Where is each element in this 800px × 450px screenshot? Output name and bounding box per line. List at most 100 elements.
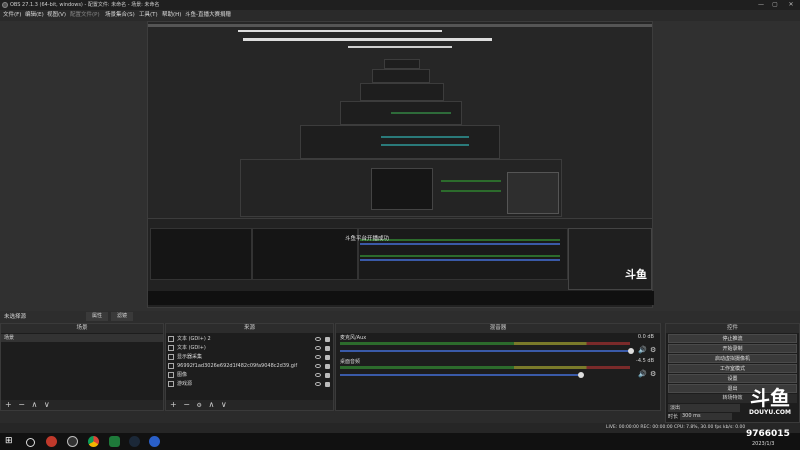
menu-edit[interactable]: 编辑(E): [25, 10, 44, 21]
volume-slider[interactable]: [340, 350, 630, 352]
visibility-icon[interactable]: [315, 364, 321, 368]
track-name: 桌面音频: [340, 359, 361, 365]
lock-icon[interactable]: [325, 382, 330, 387]
sources-footer: + − ⚙ ∧ ∨: [166, 400, 333, 410]
image-icon: [168, 362, 174, 369]
studio-mode-button[interactable]: 工作室模式: [668, 364, 797, 373]
volume-slider[interactable]: [340, 374, 580, 376]
speaker-icon[interactable]: 🔊: [638, 346, 647, 354]
mixer-panel: 混音器 麦克风/Aux 0.0 dB 🔊 ⚙ 桌面音频 -4.5 dB 🔊 ⚙: [335, 323, 661, 411]
maximize-button[interactable]: ▢: [768, 0, 782, 10]
start-virtual-camera-button[interactable]: 启动虚拟摄像机: [668, 354, 797, 363]
text-icon: [168, 344, 174, 351]
menu-help[interactable]: 帮助(H): [162, 10, 181, 21]
close-button[interactable]: ✕: [784, 0, 798, 10]
source-toolbar: 未选择源 属性 滤镜: [0, 311, 800, 323]
menu-profile[interactable]: 配置文件(P): [70, 10, 100, 21]
filters-button[interactable]: 滤镜: [111, 312, 133, 321]
controls-header: 控件: [666, 324, 799, 333]
text-icon: [168, 335, 174, 342]
lock-icon[interactable]: [325, 364, 330, 369]
visibility-icon[interactable]: [315, 346, 321, 350]
lock-icon[interactable]: [325, 355, 330, 360]
scene-item[interactable]: 场景: [1, 334, 163, 342]
status-bar: LIVE: 00:00:00 REC: 00:00:00 CPU: 7.8%, …: [0, 423, 800, 433]
menu-tools[interactable]: 工具(T): [139, 10, 158, 21]
window-icon: [168, 380, 174, 387]
move-up-button[interactable]: ∧: [208, 400, 214, 409]
source-item[interactable]: 96992f1ad3026e692d1f482c09fa9048c2d39.gi…: [168, 362, 297, 370]
duration-label: 时长: [668, 414, 679, 420]
search-icon[interactable]: [26, 438, 35, 447]
taskbar: ⊞ 9766015 2023/1/3: [0, 429, 800, 450]
visibility-icon[interactable]: [315, 337, 321, 341]
source-item[interactable]: 显示器采集: [168, 353, 202, 361]
obs-app-icon: [2, 2, 8, 8]
preview-area[interactable]: 斗鱼平台开播成功 斗鱼: [0, 21, 800, 311]
source-settings-button[interactable]: ⚙: [197, 402, 202, 409]
nested-obs-window: [147, 218, 654, 308]
move-down-button[interactable]: ∨: [221, 400, 227, 409]
nested-screen: [240, 159, 562, 217]
sources-panel: 来源 文本 (GDI+) 2 文本 (GDI+) 显示器采集 96992f1ad…: [165, 323, 334, 411]
app-icon[interactable]: [149, 436, 160, 447]
image-icon: [168, 371, 174, 378]
gear-icon[interactable]: ⚙: [650, 370, 656, 378]
windows-start-icon[interactable]: ⊞: [5, 436, 16, 447]
slider-knob[interactable]: [578, 372, 584, 378]
visibility-icon[interactable]: [315, 382, 321, 386]
add-scene-button[interactable]: +: [5, 400, 12, 409]
douyu-logo-small: 斗鱼: [625, 268, 647, 281]
mixer-track-desktop: 桌面音频 -4.5 dB 🔊 ⚙: [340, 358, 658, 386]
menu-bar: 文件(F) 编辑(E) 视图(V) 配置文件(P) 场景集合(S) 工具(T) …: [0, 10, 800, 21]
source-item[interactable]: 图像: [168, 371, 187, 379]
menu-scene-collection[interactable]: 场景集合(S): [105, 10, 135, 21]
start-recording-button[interactable]: 开始录制: [668, 344, 797, 353]
steam-icon[interactable]: [129, 436, 140, 447]
scenes-footer: + − ∧ ∨: [1, 400, 163, 410]
transition-select[interactable]: 淡出: [668, 404, 740, 412]
lock-icon[interactable]: [325, 337, 330, 342]
menu-douyu[interactable]: 斗鱼-直播大赛捐赠: [185, 10, 231, 21]
no-source-label: 未选择源: [4, 314, 27, 320]
visibility-icon[interactable]: [315, 355, 321, 359]
visibility-icon[interactable]: [315, 373, 321, 377]
speaker-icon[interactable]: 🔊: [638, 370, 647, 378]
menu-file[interactable]: 文件(F): [3, 10, 21, 21]
douyu-logo: 斗鱼: [750, 386, 790, 410]
sources-header: 来源: [166, 324, 333, 333]
nested-screen: [372, 69, 430, 83]
menu-view[interactable]: 视图(V): [47, 10, 66, 21]
netease-music-icon[interactable]: [46, 436, 57, 447]
app-icon[interactable]: [109, 436, 120, 447]
source-item[interactable]: 文本 (GDI+) 2: [168, 335, 211, 343]
source-item[interactable]: 文本 (GDI+): [168, 344, 206, 352]
obs-taskbar-icon[interactable]: [67, 436, 78, 447]
chrome-icon[interactable]: [88, 436, 99, 447]
remove-scene-button[interactable]: −: [18, 400, 25, 409]
scenes-header: 场景: [1, 324, 163, 333]
douyu-logo-sub: DOUYU.COM: [749, 409, 791, 416]
stream-status-message: 斗鱼平台开播成功: [345, 236, 390, 242]
scenes-panel: 场景 场景 + − ∧ ∨: [0, 323, 164, 411]
move-up-button[interactable]: ∧: [32, 400, 38, 409]
gear-icon[interactable]: ⚙: [650, 346, 656, 354]
minimize-button[interactable]: —: [754, 0, 768, 10]
mixer-header: 混音器: [336, 324, 660, 333]
display-capture-icon: [168, 353, 174, 360]
lock-icon[interactable]: [325, 373, 330, 378]
window-title: OBS 27.1.3 (64-bit, windows) - 配置文件: 未命名…: [10, 2, 160, 8]
duration-input[interactable]: 300 ms: [680, 413, 732, 420]
properties-button[interactable]: 属性: [86, 312, 108, 321]
volume-meter: [340, 342, 630, 345]
nested-screen: [340, 101, 462, 125]
slider-knob[interactable]: [628, 348, 634, 354]
stop-streaming-button[interactable]: 停止推流: [668, 334, 797, 343]
settings-button[interactable]: 设置: [668, 374, 797, 383]
source-item[interactable]: 游戏源: [168, 380, 192, 388]
title-bar: OBS 27.1.3 (64-bit, windows) - 配置文件: 未命名…: [0, 0, 800, 10]
remove-source-button[interactable]: −: [183, 400, 190, 409]
move-down-button[interactable]: ∨: [44, 400, 50, 409]
add-source-button[interactable]: +: [170, 400, 177, 409]
lock-icon[interactable]: [325, 346, 330, 351]
